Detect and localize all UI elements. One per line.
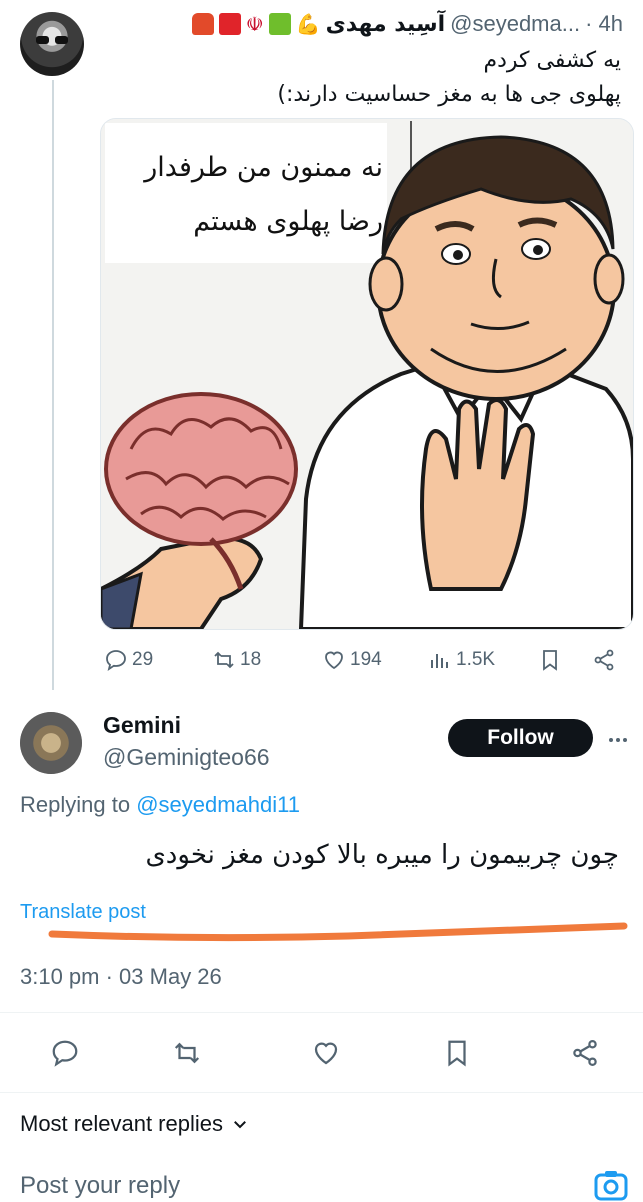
reply-sort-selector[interactable]: Most relevant replies: [20, 1111, 249, 1137]
repost-icon: [174, 1042, 200, 1064]
reply-author-name[interactable]: Gemini: [103, 712, 181, 739]
thread-line: [52, 80, 54, 690]
repost-button[interactable]: 18: [212, 645, 261, 675]
more-icon[interactable]: [606, 728, 630, 752]
post-time[interactable]: · 4h: [585, 11, 623, 37]
reply-author-avatar[interactable]: [20, 712, 82, 774]
repost-button[interactable]: [172, 1030, 202, 1076]
orange-underline-annotation: [48, 922, 628, 942]
reply-text: چون چربیمون را میبره بالا کودن مغز نخودی: [145, 840, 619, 870]
reply-count: 29: [132, 649, 154, 670]
camera-icon[interactable]: [594, 1168, 628, 1202]
share-icon: [594, 649, 614, 671]
follow-button[interactable]: Follow: [448, 719, 593, 757]
share-button[interactable]: [570, 1030, 600, 1076]
bookmark-icon: [543, 650, 557, 671]
reply-actions: [0, 1030, 643, 1076]
bookmark-icon: [448, 1040, 466, 1067]
meme-speech-line-2: رضا پهلوی هستم: [193, 206, 383, 237]
post-reply-input[interactable]: Post your reply: [20, 1172, 180, 1200]
iran-emblem-emoji-icon: ☫: [245, 13, 264, 36]
reply-button[interactable]: 29: [104, 645, 153, 675]
author-name[interactable]: آسِید مهدی: [326, 12, 446, 37]
green-square-emoji-icon: [268, 13, 291, 35]
reply-icon: [52, 1040, 78, 1067]
share-button[interactable]: [592, 645, 616, 675]
like-button[interactable]: 194: [322, 645, 382, 675]
flexed-biceps-emoji-icon: 💪: [295, 13, 321, 36]
post-image[interactable]: نه ممنون من طرفدار رضا پهلوی هستم: [100, 118, 634, 630]
meme-speech-line-1: نه ممنون من طرفدار: [144, 152, 383, 183]
backpack-emoji-icon: [191, 13, 214, 35]
bookmark-button[interactable]: [538, 645, 562, 675]
chevron-down-icon: [234, 1121, 246, 1129]
divider: [0, 1092, 643, 1093]
like-icon: [314, 1042, 338, 1065]
like-count: 194: [350, 649, 382, 670]
divider: [0, 1012, 643, 1013]
views-count: 1.5K: [456, 649, 496, 670]
like-icon: [325, 651, 343, 670]
reply-icon: [106, 650, 126, 672]
repost-count: 18: [240, 649, 262, 670]
views-button[interactable]: 1.5K: [428, 645, 495, 675]
reply-timestamp[interactable]: 3:10 pm · 03 May 26: [20, 964, 222, 990]
bookmark-button[interactable]: [442, 1030, 472, 1076]
views-icon: [431, 654, 448, 668]
share-icon: [573, 1040, 597, 1066]
like-button[interactable]: [311, 1030, 341, 1076]
post-header: ☫ 💪 آسِید مهدی @seyedma... · 4h: [191, 8, 623, 40]
post-actions: 29 18 194 1.5K: [100, 645, 620, 675]
sort-label: Most relevant replies: [20, 1111, 223, 1136]
red-square-emoji-icon: [218, 13, 241, 35]
reply-button[interactable]: [50, 1030, 80, 1076]
sunglasses-graphic: [36, 36, 68, 44]
replying-to-handle[interactable]: @seyedmahdi11: [136, 792, 300, 817]
post-text-line-1: یه کشفی کردم: [483, 48, 622, 73]
repost-icon: [214, 651, 234, 669]
reply-author-handle[interactable]: @Geminigteo66: [103, 744, 270, 771]
post-text-line-2: پهلوی جی ها به مغز حساسیت دارند:): [277, 82, 621, 107]
replying-to: Replying to @seyedmahdi11: [20, 792, 300, 818]
replying-to-prefix: Replying to: [20, 792, 137, 817]
author-handle[interactable]: @seyedma...: [450, 11, 580, 37]
